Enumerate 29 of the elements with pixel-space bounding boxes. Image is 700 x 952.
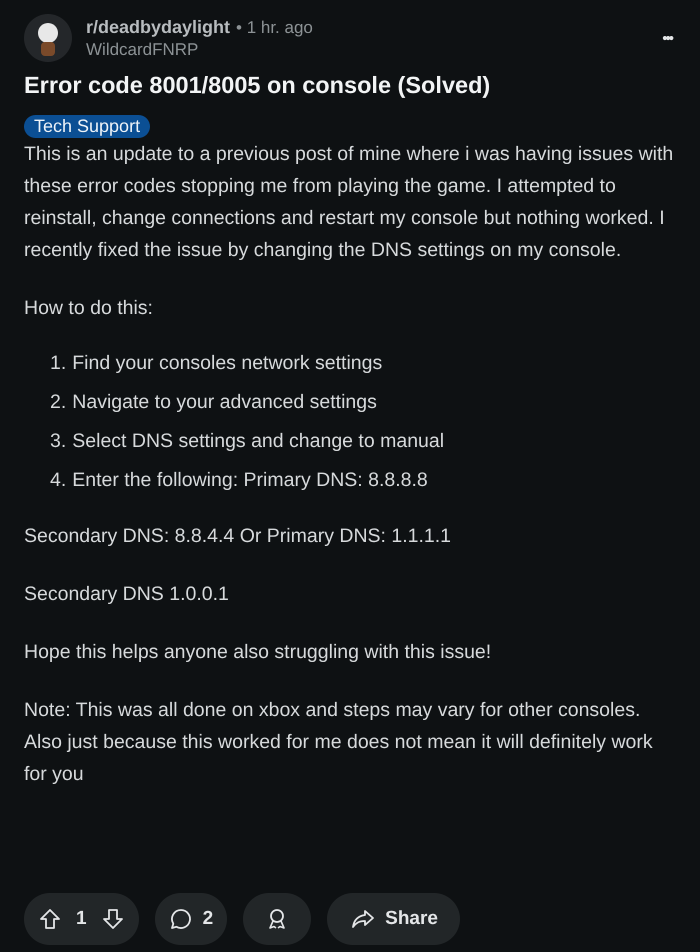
list-number: 4. [50, 468, 66, 493]
vote-count: 1 [76, 908, 87, 930]
share-button[interactable]: Share [327, 893, 460, 945]
flair-tag[interactable]: Tech Support [24, 115, 150, 138]
list-item-text: Select DNS settings and change to manual [72, 429, 444, 454]
speech-bubble-icon [168, 907, 193, 931]
body-paragraph: Secondary DNS: 8.8.4.4 Or Primary DNS: 1.1.1.1 [24, 524, 452, 549]
more-options-button[interactable]: ••• [654, 30, 680, 46]
list-number: 2. [50, 390, 66, 415]
list-item-text: Navigate to your advanced settings [72, 390, 377, 415]
downvote-icon[interactable] [100, 907, 125, 931]
share-icon [351, 907, 376, 931]
post-title: Error code 8001/8005 on console (Solved) [24, 72, 492, 99]
body-paragraph: Secondary DNS 1.0.0.1 [24, 582, 230, 607]
award-button[interactable] [243, 893, 312, 945]
list-item-text: Enter the following: Primary DNS: 8.8.8.8 [72, 468, 428, 493]
body-paragraph: How to do this: [24, 296, 154, 321]
body-paragraph: This is an update to a previous post of mine where i was having issues with these error codes stopping me from playing the game. I attempted to reinstall, change connections and restart my console but nothing worked. I recently fixed the issue by changing the DNS settings on my console. [24, 142, 674, 263]
list-number: 1. [50, 351, 66, 376]
upvote-icon[interactable] [38, 907, 62, 931]
post-time: • 1 hr. ago [236, 18, 313, 38]
body-paragraph: Hope this helps anyone also struggling with this issue! [24, 640, 492, 665]
author-name[interactable]: WildcardFNRP [86, 40, 640, 60]
list-number: 3. [50, 429, 66, 454]
comments-button[interactable]: 2 [154, 893, 228, 945]
avatar-icon[interactable] [24, 14, 72, 62]
body-paragraph: Note: This was all done on xbox and steps may vary for other consoles. Also just because this worked for me does not mean it will definitely work for you [24, 698, 654, 787]
subreddit-name[interactable]: r/deadbydaylight [86, 16, 230, 38]
list-item-text: Find your consoles network settings [72, 351, 382, 376]
